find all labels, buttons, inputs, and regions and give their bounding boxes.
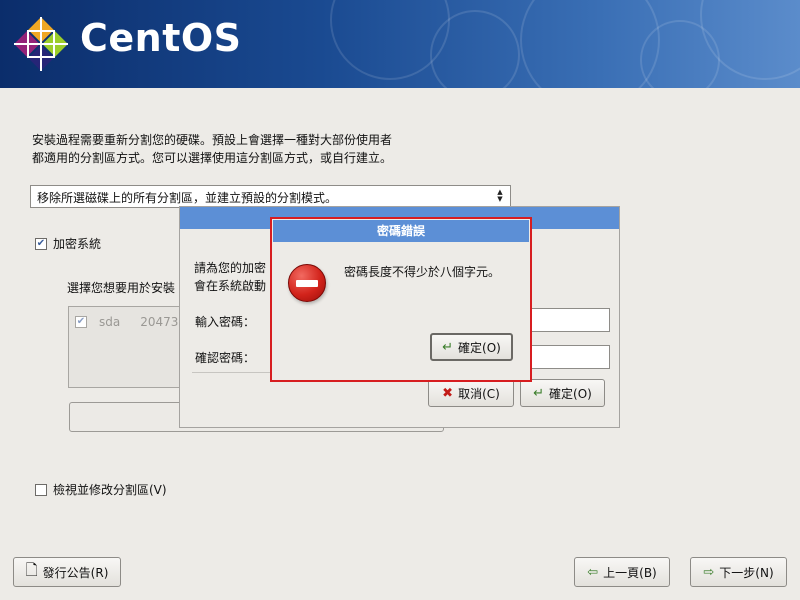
document-icon: 🗋 (25, 560, 38, 579)
drive-list[interactable]: ✔ sda 20473 (68, 306, 188, 388)
arrow-left-icon: ⇦ (587, 564, 599, 580)
partition-layout-select[interactable]: 移除所選磁碟上的所有分割區，並建立預設的分割模式。 ▲ ▼ (30, 185, 511, 208)
passphrase-input[interactable] (530, 308, 610, 332)
drive-name: sda (99, 315, 121, 329)
passphrase-text-line: 請為您的加密 (194, 261, 267, 275)
review-partitions-label: 檢視並修改分割區(V) (53, 483, 167, 497)
cancel-button-label: 取消(C) (458, 386, 500, 401)
centos-logo-icon (14, 17, 68, 71)
next-button[interactable]: ⇨ 下一步(N) (690, 557, 787, 587)
enter-arrow-icon: ↵ (533, 385, 545, 401)
review-partitions-checkbox[interactable]: 檢視並修改分割區(V) (35, 481, 167, 498)
passphrase-dialog-text: 請為您的加密 會在系統啟動 (194, 259, 266, 295)
partition-layout-value: 移除所選磁碟上的所有分割區，並建立預設的分割模式。 (37, 191, 338, 205)
error-ok-button[interactable]: ↵ 確定(O) (430, 333, 513, 361)
cancel-x-icon: ✖ (442, 385, 454, 401)
header-banner: CentOS (0, 0, 800, 88)
encrypt-system-checkbox[interactable]: ✔ 加密系統 (35, 235, 101, 252)
select-arrows-icon: ▲ ▼ (497, 188, 503, 203)
banner-swirl (520, 0, 660, 88)
back-button[interactable]: ⇦ 上一頁(B) (574, 557, 670, 587)
divider (192, 372, 272, 373)
confirm-passphrase-input[interactable] (530, 345, 610, 369)
intro-text: 安裝過程需要重新分割您的硬碟。預設上會選擇一種對大部份使用者 都適用的分割區方式… (32, 131, 512, 167)
checkmark-icon: ✔ (75, 316, 87, 328)
enter-passphrase-label: 輸入密碼： (195, 315, 256, 329)
ok-button-label: 確定(O) (549, 386, 592, 401)
release-notes-button[interactable]: 🗋 發行公告(R) (13, 557, 121, 587)
intro-line: 安裝過程需要重新分割您的硬碟。預設上會選擇一種對大部份使用者 (32, 133, 393, 147)
checkmark-icon: ✔ (35, 237, 47, 250)
cancel-button[interactable]: ✖ 取消(C) (428, 379, 514, 407)
release-notes-label: 發行公告(R) (42, 565, 109, 580)
back-button-label: 上一頁(B) (603, 565, 657, 580)
enter-arrow-icon: ↵ (442, 339, 454, 355)
passphrase-text-line: 會在系統啟動 (194, 279, 267, 293)
drive-size: 20473 (140, 315, 179, 329)
arrow-right-icon: ⇨ (703, 564, 715, 580)
error-ok-label: 確定(O) (458, 340, 501, 355)
intro-line: 都適用的分割區方式。您可以選擇使用這分割區方式，或自行建立。 (32, 151, 393, 165)
drive-select-label: 選擇您想要用於安裝 (67, 281, 176, 295)
error-stop-icon (288, 264, 326, 302)
drive-list-item[interactable]: ✔ sda 20473 (75, 315, 178, 329)
error-message: 密碼長度不得少於八個字元。 (344, 265, 501, 279)
banner-swirl (430, 10, 520, 88)
error-dialog-title: 密碼錯誤 (273, 220, 529, 242)
checkbox-box (35, 483, 47, 496)
confirm-passphrase-label: 確認密碼： (195, 351, 256, 365)
brand-name: CentOS (80, 16, 242, 60)
passphrase-ok-button[interactable]: ↵ 確定(O) (520, 379, 605, 407)
next-button-label: 下一步(N) (719, 565, 774, 580)
password-error-dialog: 密碼錯誤 密碼長度不得少於八個字元。 ↵ 確定(O) (270, 217, 532, 382)
encrypt-system-label: 加密系統 (53, 237, 102, 251)
